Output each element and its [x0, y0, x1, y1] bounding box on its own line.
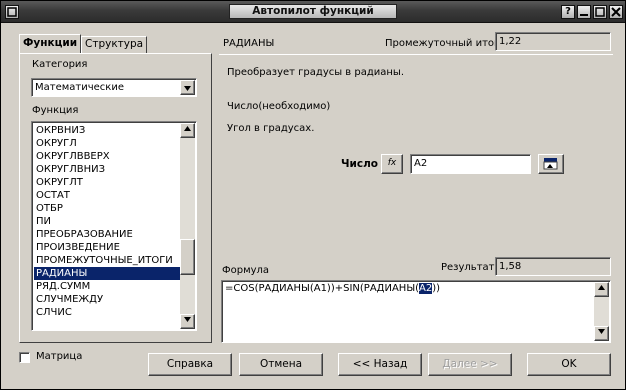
result-field: 1,58 [495, 257, 611, 276]
result-value: 1,58 [499, 261, 522, 272]
fx-icon: fx [387, 158, 397, 168]
help-title-button[interactable]: ? [561, 5, 575, 19]
formula-scroll-down[interactable] [594, 326, 609, 341]
ok-button[interactable]: OK [527, 353, 611, 376]
chevron-up-icon [598, 285, 605, 290]
formula-text-after: )) [432, 283, 441, 294]
subtotal-value: 1,22 [499, 36, 522, 47]
formula-selected-ref: A2 [419, 283, 433, 294]
function-list-item[interactable]: РЯД.СУММ [34, 280, 181, 293]
function-list-item[interactable]: ОТБР [34, 202, 181, 215]
function-list-item[interactable]: ОКРВНИЗ [34, 124, 181, 137]
chevron-down-icon [598, 329, 605, 334]
matrix-checkbox[interactable] [19, 352, 30, 363]
chevron-up-icon [184, 126, 191, 131]
function-list-item[interactable]: ОКРУГЛВВЕРХ [34, 150, 181, 163]
scroll-down-button[interactable] [180, 314, 195, 329]
function-list-item[interactable]: ОКРУГЛ [34, 137, 181, 150]
next-button[interactable]: Далее >> [428, 353, 512, 376]
argument-info: Число(необходимо) [227, 101, 331, 112]
matrix-label: Матрица [36, 351, 83, 362]
category-dropdown-button[interactable] [180, 80, 195, 95]
function-name: РАДИАНЫ [223, 38, 275, 49]
function-list: ОКРВНИЗ ОКРУГЛ ОКРУГЛВВЕРХ ОКРУГЛВНИЗ ОКРУГЛ… [34, 124, 181, 319]
window-title: Автопилот функций [229, 4, 397, 19]
function-list-item[interactable]: ПРЕОБРАЗОВАНИЕ [34, 228, 181, 241]
function-label: Функция [32, 105, 79, 116]
tab-structure[interactable]: Структура [81, 36, 148, 53]
chevron-down-icon [184, 317, 191, 322]
cancel-button[interactable]: Отмена [239, 353, 323, 376]
formula-text-before: =COS(РАДИАНЫ(A1))+SIN(РАДИАНЫ( [225, 283, 420, 294]
function-list-item[interactable]: ОСТАТ [34, 189, 181, 202]
function-list-item[interactable]: ПРОМЕЖУТОЧНЫЕ_ИТОГИ [34, 254, 181, 267]
shrink-button[interactable] [538, 154, 564, 174]
function-description: Преобразует градусы в радианы. [227, 67, 405, 78]
argument-label: Число [341, 158, 378, 170]
maximize-icon [595, 7, 605, 17]
argument-input[interactable]: A2 [410, 154, 531, 174]
minimize-button[interactable] [577, 5, 591, 19]
tab-functions[interactable]: Функции [19, 34, 82, 54]
function-list-item[interactable]: СЛЧИС [34, 306, 181, 319]
help-button[interactable]: Справка [148, 353, 232, 376]
close-icon [611, 7, 621, 17]
close-button[interactable] [609, 5, 623, 19]
formula-scroll-up[interactable] [594, 282, 609, 297]
function-list-item[interactable]: ПИ [34, 215, 181, 228]
function-wizard-dialog: Автопилот функций ? Функции Структура Ка… [0, 0, 626, 390]
shrink-icon [543, 158, 558, 170]
formula-label: Формула [222, 265, 270, 276]
scroll-up-button[interactable] [180, 123, 195, 138]
scroll-thumb[interactable] [180, 239, 195, 275]
function-list-item[interactable]: ОКРУГЛТ [34, 176, 181, 189]
function-list-item[interactable]: СЛУЧМЕЖДУ [34, 293, 181, 306]
title-bar[interactable]: Автопилот функций ? [1, 1, 625, 23]
system-menu-button[interactable] [5, 5, 19, 19]
function-scrollbar[interactable] [180, 123, 195, 329]
argument-fx-button[interactable]: fx [381, 154, 403, 174]
formula-scrollbar[interactable] [594, 282, 609, 341]
category-select[interactable]: Математические [31, 78, 197, 97]
back-button[interactable]: << Назад [338, 353, 422, 376]
function-list-item[interactable]: ОКРУГЛВНИЗ [34, 163, 181, 176]
minimize-icon [580, 14, 588, 16]
function-list-item[interactable]: ПРОИЗВЕДЕНИЕ [34, 241, 181, 254]
window-menu-icon [7, 7, 17, 17]
function-listbox[interactable]: ОКРВНИЗ ОКРУГЛ ОКРУГЛВВЕРХ ОКРУГЛВНИЗ ОКРУГЛ… [31, 121, 197, 331]
formula-text: =COS(РАДИАНЫ(A1))+SIN(РАДИАНЫ(A2)) [225, 283, 440, 294]
function-list-item[interactable]: РАДИАНЫ [34, 267, 181, 280]
formula-editor[interactable]: =COS(РАДИАНЫ(A1))+SIN(РАДИАНЫ(A2)) [221, 280, 611, 343]
maximize-button[interactable] [593, 5, 607, 19]
subtotal-field: 1,22 [495, 32, 611, 51]
argument-description: Угол в градусах. [227, 123, 315, 134]
chevron-down-icon [184, 86, 191, 91]
subtotal-label: Промежуточный итог [385, 38, 500, 49]
header-divider [219, 54, 613, 55]
category-label: Категория [32, 59, 88, 70]
argument-value: A2 [414, 158, 428, 169]
category-value: Математические [35, 82, 124, 93]
result-label: Результат [441, 262, 495, 273]
